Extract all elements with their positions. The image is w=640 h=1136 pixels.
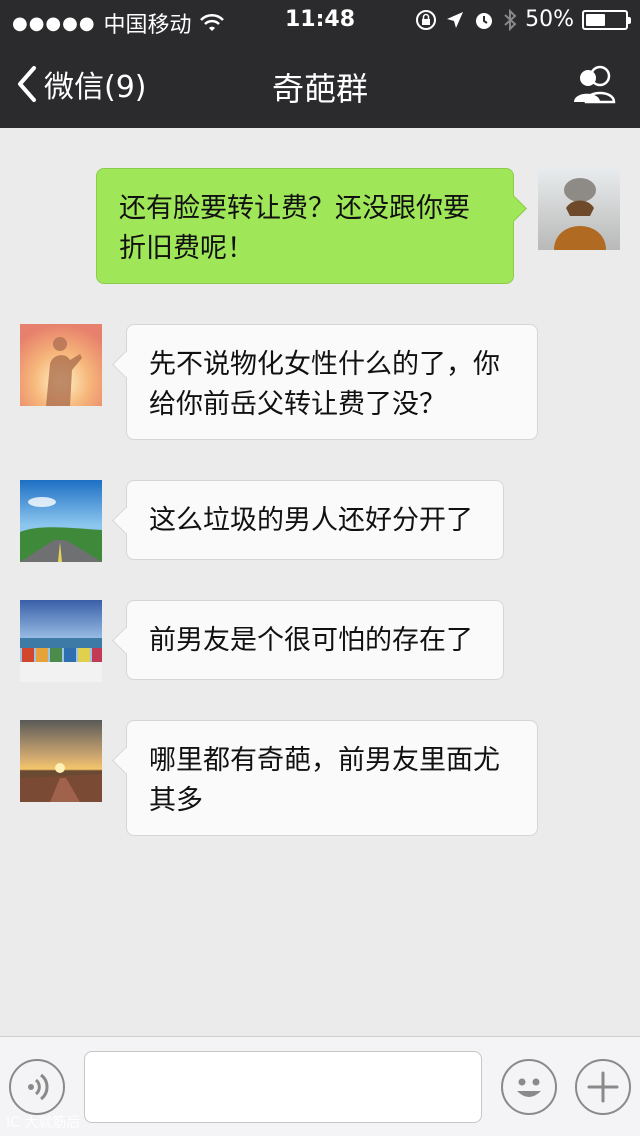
- message-bubble[interactable]: 哪里都有奇葩，前男友里面尤其多: [126, 720, 538, 836]
- message-bubble[interactable]: 前男友是个很可怕的存在了: [126, 600, 504, 680]
- smiley-icon: [517, 1078, 541, 1097]
- location-arrow-icon: [447, 11, 464, 28]
- avatar[interactable]: [20, 480, 102, 562]
- chat-area[interactable]: 还有脸要转让费？还没跟你要折旧费呢！ 先不说物化女性什么的了，你给你前岳父转让费…: [0, 128, 640, 1036]
- avatar-image: [20, 480, 102, 562]
- group-members-icon[interactable]: [570, 64, 618, 104]
- rotation-lock-icon: [416, 9, 437, 30]
- avatar-image: [20, 720, 102, 802]
- avatar[interactable]: [538, 168, 620, 250]
- bluetooth-icon: [504, 8, 517, 31]
- emoji-button[interactable]: [501, 1059, 557, 1115]
- avatar-image: [538, 168, 620, 250]
- message-bubble[interactable]: 还有脸要转让费？还没跟你要折旧费呢！: [96, 168, 514, 284]
- battery-icon: [582, 9, 631, 30]
- avatar[interactable]: [20, 324, 102, 406]
- avatar-image: [20, 600, 102, 682]
- alarm-icon: [476, 12, 493, 29]
- voice-input-button[interactable]: [9, 1059, 65, 1115]
- message-input[interactable]: [84, 1051, 482, 1123]
- avatar[interactable]: [20, 720, 102, 802]
- page-title: 奇葩群: [271, 70, 368, 108]
- plus-icon: [587, 1071, 619, 1103]
- avatar[interactable]: [20, 600, 102, 682]
- more-options-button[interactable]: [575, 1059, 631, 1115]
- watermark: IC 大就筋后: [6, 1115, 81, 1131]
- battery-fill: [586, 13, 605, 26]
- input-bar: [0, 1036, 640, 1136]
- battery-percent: 50%: [525, 7, 574, 32]
- voice-icon: [28, 1073, 49, 1101]
- status-bar: ●●●●● 中国移动 11:48 50%: [0, 0, 640, 40]
- avatar-image: [20, 324, 102, 406]
- message-bubble[interactable]: 这么垃圾的男人还好分开了: [126, 480, 504, 560]
- message-bubble[interactable]: 先不说物化女性什么的了，你给你前岳父转让费了没？: [126, 324, 538, 440]
- nav-bar: 微信(9) 奇葩群: [0, 40, 640, 128]
